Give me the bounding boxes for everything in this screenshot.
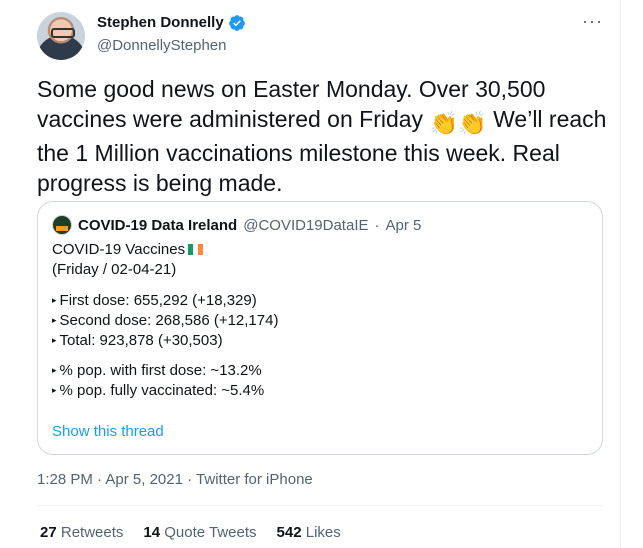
likes-label: Likes (305, 524, 341, 541)
bullet-icon: ▸ (52, 385, 57, 395)
list-item: ▸ First dose: 655,292 (+18,329) (52, 290, 582, 310)
more-horizontal-icon[interactable]: ··· (582, 12, 603, 30)
quoted-title-line: COVID-19 Vaccines (52, 240, 582, 260)
bullet-icon: ▸ (52, 315, 57, 325)
quoted-tweet-header: COVID-19 Data Ireland @COVID19DataIE · A… (52, 215, 421, 235)
bullet-icon: ▸ (52, 365, 57, 375)
verified-badge-icon (228, 15, 245, 31)
show-thread-link[interactable]: Show this thread (52, 423, 164, 440)
quoted-date: Apr 5 (385, 216, 422, 234)
divider (37, 505, 603, 506)
list-item: ▸ Total: 923,878 (+30,503) (52, 330, 582, 350)
tweet-time[interactable]: 1:28 PM (37, 471, 93, 488)
quote-tweets-label: Quote Tweets (164, 524, 257, 541)
likes-stat[interactable]: 542 Likes (277, 524, 341, 541)
quoted-body: COVID-19 Vaccines (Friday / 02-04-21) ▸ F… (52, 240, 582, 400)
engagement-stats: 27 Retweets 14 Quote Tweets 542 Likes (40, 524, 341, 541)
timeline-border (620, 0, 621, 548)
quoted-handle: @COVID19DataIE (243, 216, 369, 234)
tweet-text: Some good news on Easter Monday. Over 30… (37, 74, 617, 198)
list-item-text: % pop. fully vaccinated: ~5.4% (59, 382, 265, 399)
clapping-hands-emoji-icon: 👏👏 (429, 110, 487, 136)
author-name-row: Stephen Donnelly (97, 13, 246, 33)
retweets-label: Retweets (60, 524, 124, 541)
author-display-name[interactable]: Stephen Donnelly (97, 13, 224, 33)
ireland-flag-icon (188, 244, 204, 255)
list-item: ▸% pop. fully vaccinated: ~5.4% (52, 380, 582, 400)
quoted-title: COVID-19 Vaccines (52, 241, 186, 258)
bullet-icon: ▸ (52, 335, 57, 345)
author-handle[interactable]: @DonnellyStephen (97, 36, 226, 56)
retweets-stat[interactable]: 27 Retweets (40, 524, 123, 541)
list-item: ▸% pop. with first dose: ~13.2% (52, 360, 582, 380)
list-item-text: Second dose: 268,586 (+12,174) (59, 312, 279, 329)
list-item-text: First dose: 655,292 (+18,329) (59, 292, 257, 309)
avatar[interactable] (37, 12, 85, 60)
tweet-source[interactable]: Twitter for iPhone (196, 471, 313, 488)
list-item-text: Total: 923,878 (+30,503) (59, 332, 223, 349)
tweet-metadata: 1:28 PM · Apr 5, 2021 · Twitter for iPho… (37, 471, 313, 488)
tweet-date[interactable]: Apr 5, 2021 (105, 471, 183, 488)
quote-tweets-count: 14 (143, 524, 161, 541)
quoted-tweet[interactable]: COVID-19 Data Ireland @COVID19DataIE · A… (37, 201, 603, 455)
retweets-count: 27 (40, 524, 57, 541)
quoted-avatar (52, 215, 72, 235)
list-item: ▸ Second dose: 268,586 (+12,174) (52, 310, 582, 330)
meta-separator: · (97, 471, 103, 488)
quoted-separator: · (374, 216, 380, 234)
meta-separator: · (187, 471, 193, 488)
quote-tweets-stat[interactable]: 14 Quote Tweets (143, 524, 256, 541)
tweet: Stephen Donnelly @DonnellyStephen ··· So… (0, 0, 643, 548)
quoted-display-name: COVID-19 Data Ireland (78, 216, 238, 234)
list-item-text: % pop. with first dose: ~13.2% (59, 362, 262, 379)
quoted-date-line: (Friday / 02-04-21) (52, 261, 177, 278)
likes-count: 542 (276, 524, 302, 541)
bullet-icon: ▸ (52, 295, 57, 305)
